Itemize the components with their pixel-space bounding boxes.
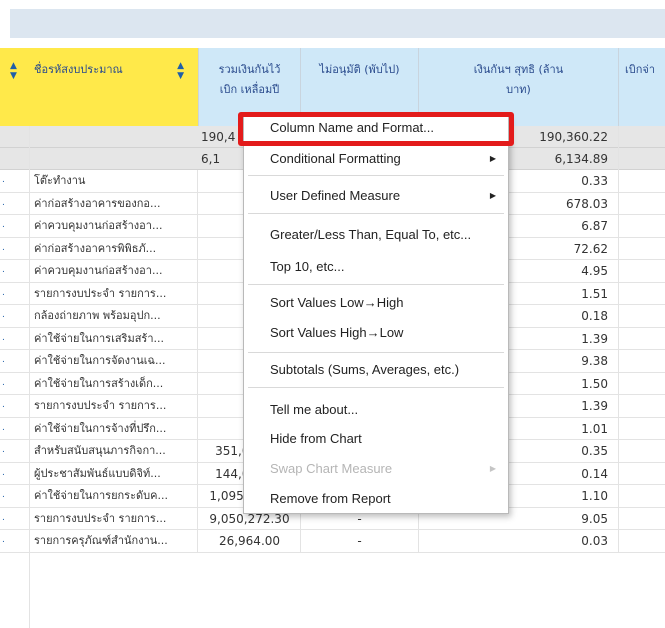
row-name-cell: รายการงบประจำ รายการ... [30,507,198,530]
menu-item-label: Remove from Report [270,491,391,506]
menu-item-label: Subtotals (Sums, Averages, etc.) [270,362,460,377]
column-header-b-label: ไม่อนุมัติ (พับไป) [319,63,400,76]
column-header-d-label: เบิกจ่า [625,63,656,76]
row-gutter [24,126,30,628]
context-menu: Column Name and Format... Conditional Fo… [243,115,509,514]
menu-item-label: Tell me about... [270,402,359,417]
menu-separator [248,284,504,285]
menu-item-tell-me-about[interactable]: Tell me about... [244,399,508,421]
row-cell-a: 26,964.00 [199,530,301,553]
menu-item-conditional-formatting[interactable]: Conditional Formatting ▶ [244,148,508,170]
menu-item-swap-chart-measure: Swap Chart Measure ▶ [244,458,508,480]
row-name-cell: รายการครุภัณฑ์สำนักงาน... [30,530,198,553]
menu-item-sort-low-high[interactable]: Sort Values Low→High [244,292,508,314]
column-header-c-label: เงินกันฯ สุทธิ (ล้าน บาท) [473,63,564,96]
sort-icon[interactable]: ▲ ▼ [177,61,184,81]
menu-separator [248,352,504,353]
report-title-bar [10,9,665,38]
row-name-cell: ค่าก่อสร้างอาคารของกอ... [30,192,198,215]
menu-item-label: Conditional Formatting [270,151,401,166]
row-marker: . [2,220,5,230]
row-name-cell: สำหรับสนับสนุนภารกิจกา... [30,440,198,463]
menu-item-top-10[interactable]: Top 10, etc... [244,256,508,278]
row-marker: . [2,197,5,208]
menu-item-label: Sort Values Low→High [270,295,404,310]
row-marker: . [2,332,5,343]
row-name-cell: โต๊ะทำงาน [30,170,198,193]
row-name-cell: รายการงบประจำ รายการ... [30,395,198,418]
menu-item-label: Sort Values High→Low [270,325,404,340]
row-marker: . [2,355,5,365]
menu-item-label: User Defined Measure [270,188,401,203]
row-cell-b: - [301,530,419,553]
row-marker: . [2,287,5,298]
row-marker: . [2,467,5,478]
row-cell-c: 0.03 [419,530,619,553]
row-name-cell: ค่าก่อสร้างอาคารพิพิธภั... [30,237,198,260]
chevron-right-icon: ▶ [489,154,496,163]
row-marker: . [2,445,5,455]
chevron-right-icon: ▶ [489,464,496,473]
menu-item-remove-from-report[interactable]: Remove from Report [244,488,508,510]
chevron-right-icon: ▶ [489,191,496,200]
row-name-cell: ค่าควบคุมงานก่อสร้างอา... [30,215,198,238]
row-name-cell: ค่าใช้จ่ายในการจ้างที่ปรึก... [30,417,198,440]
row-header-name[interactable]: ▲ ▼ ชื่อรหัสงบประมาณ ▲ ▼ [0,48,199,126]
menu-item-subtotals[interactable]: Subtotals (Sums, Averages, etc.) [244,359,508,381]
row-name-cell: ค่าใช้จ่ายในการยกระดับค... [30,485,198,508]
menu-item-label: Swap Chart Measure [270,461,393,476]
column-header-name-label: ชื่อรหัสงบประมาณ [34,63,123,76]
menu-item-label: Top 10, etc... [270,259,345,274]
menu-item-greater-less-than[interactable]: Greater/Less Than, Equal To, etc... [244,224,508,246]
row-marker: . [2,535,5,545]
column-header-d[interactable]: เบิกจ่า [619,48,665,126]
row-name-cell: ค่าใช้จ่ายในการสร้างเด็ก... [30,372,198,395]
menu-item-label: Greater/Less Than, Equal To, etc... [270,227,472,242]
menu-separator [248,213,504,214]
menu-item-sort-high-low[interactable]: Sort Values High→Low [244,322,508,344]
row-marker: . [2,265,5,275]
sort-icon[interactable]: ▲ ▼ [10,61,17,81]
row-marker: . [2,310,5,320]
row-marker: . [2,512,5,523]
highlight-box [238,112,514,146]
row-marker: . [2,377,5,388]
menu-item-hide-from-chart[interactable]: Hide from Chart [244,428,508,450]
row-marker: . [2,400,5,410]
column-header-a-label: รวมเงินกันไว้เบิก เหลื่อมปี [218,63,281,96]
row-name-cell: ค่าควบคุมงานก่อสร้างอา... [30,260,198,283]
row-marker: . [2,490,5,500]
menu-separator [248,175,504,176]
row-name-cell: รายการงบประจำ รายการ... [30,282,198,305]
menu-item-label: Hide from Chart [270,431,362,446]
row-marker: . [2,175,5,185]
row-marker: . [2,242,5,253]
row-name-cell: ค่าใช้จ่ายในการเสริมสร้า... [30,327,198,350]
menu-item-user-defined-measure[interactable]: User Defined Measure ▶ [244,185,508,207]
row-name-cell: กล้องถ่ายภาพ พร้อมอุปก... [30,305,198,328]
row-name-cell: ค่าใช้จ่ายในการจัดงานเฉ... [30,350,198,373]
row-marker: . [2,422,5,433]
table-row[interactable]: . รายการครุภัณฑ์สำนักงาน... 26,964.00-0.03 [0,530,665,553]
menu-separator [248,387,504,388]
row-name-cell: ผู้ประชาสัมพันธ์แบบดิจิท์... [30,462,198,485]
